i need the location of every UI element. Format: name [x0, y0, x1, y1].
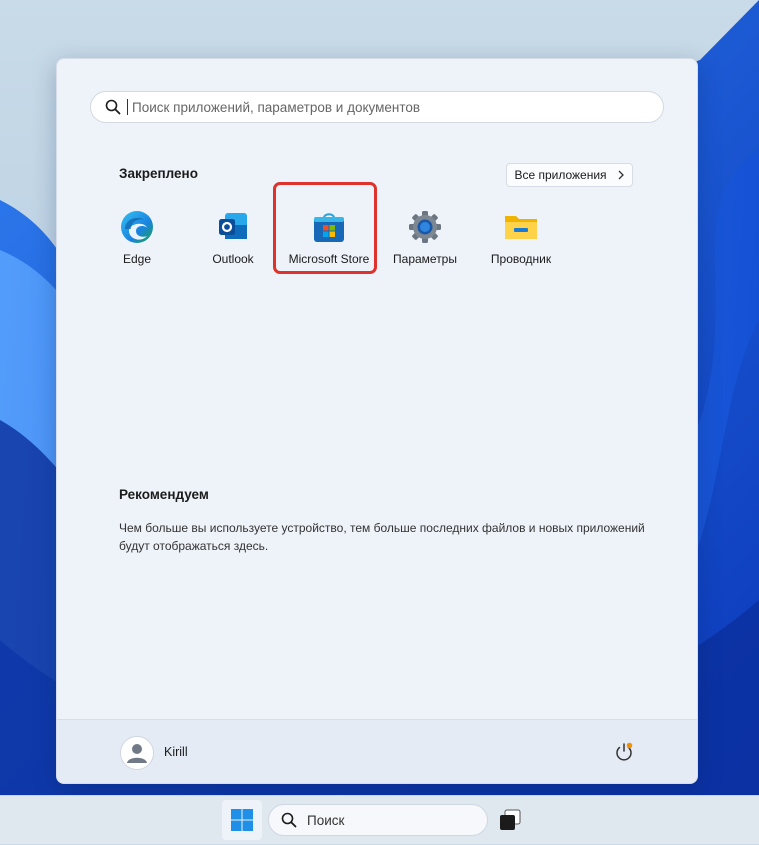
task-view-icon[interactable] [498, 808, 522, 832]
highlight-box [273, 182, 377, 274]
user-name[interactable]: Kirill [164, 745, 188, 759]
start-menu: Закреплено Все приложения Edge [56, 58, 698, 784]
edge-icon [121, 211, 153, 243]
search-input[interactable] [130, 93, 634, 121]
pinned-app-outlook[interactable]: Outlook [186, 201, 280, 281]
recommended-section-title: Рекомендуем [119, 487, 209, 502]
all-apps-button[interactable]: Все приложения [506, 163, 633, 187]
pinned-app-file-explorer[interactable]: Проводник [474, 201, 568, 281]
app-label: Параметры [393, 252, 457, 266]
pinned-app-settings[interactable]: Параметры [378, 201, 472, 281]
windows-logo-icon [231, 809, 253, 831]
outlook-icon [219, 213, 247, 239]
start-search-box[interactable] [90, 91, 664, 123]
all-apps-label: Все приложения [514, 168, 607, 182]
power-icon[interactable] [614, 742, 634, 762]
search-icon [281, 812, 297, 828]
taskbar: Поиск [0, 795, 759, 844]
app-label: Outlook [212, 252, 254, 266]
pinned-app-edge[interactable]: Edge [90, 201, 184, 281]
settings-gear-icon [409, 211, 441, 243]
taskbar-search[interactable]: Поиск [268, 804, 488, 836]
app-label: Проводник [490, 252, 552, 266]
pinned-section-title: Закреплено [119, 166, 198, 181]
start-menu-footer: Kirill [57, 719, 697, 783]
text-cursor [127, 99, 128, 115]
chevron-right-icon [618, 170, 624, 180]
user-avatar-icon[interactable] [120, 736, 154, 770]
search-icon [105, 99, 121, 115]
recommended-empty-text: Чем больше вы используете устройство, те… [119, 521, 645, 553]
taskbar-search-label: Поиск [307, 812, 345, 828]
start-button[interactable] [222, 800, 262, 840]
app-label: Edge [122, 252, 152, 266]
file-explorer-folder-icon [505, 216, 537, 239]
